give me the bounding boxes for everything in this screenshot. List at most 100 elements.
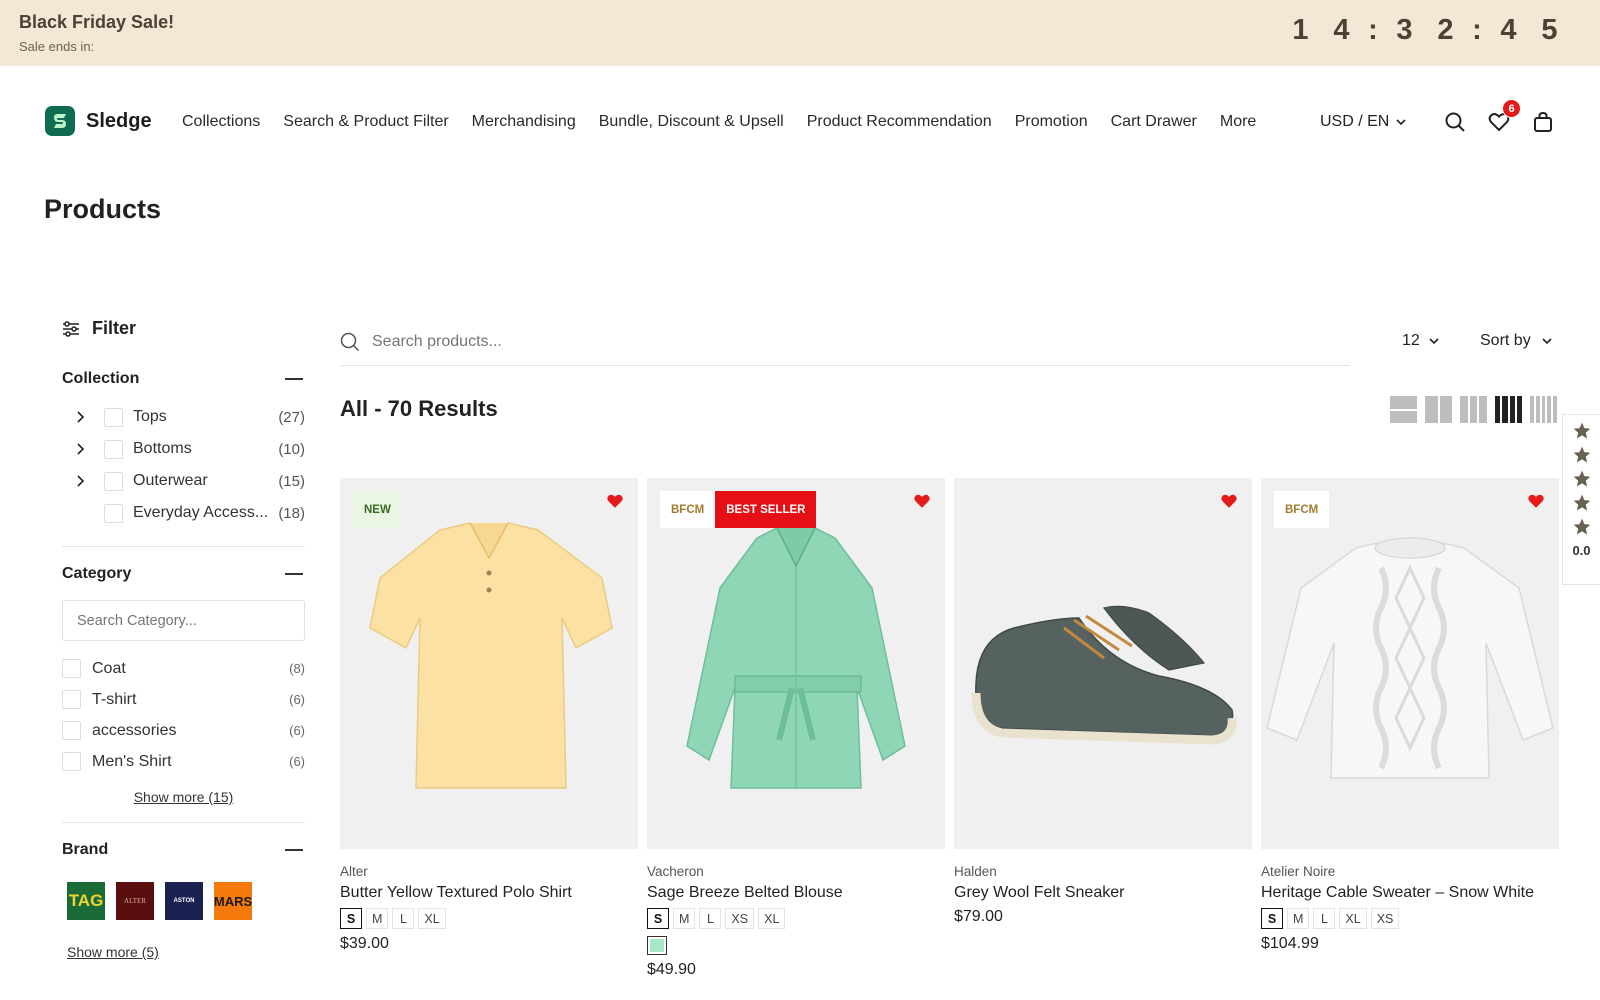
belted-blouse-image	[686, 527, 906, 789]
brand-logo-tag[interactable]: TAG	[67, 882, 105, 920]
product-card[interactable]: NEW Alter Butter Yellow Textured Polo Sh…	[340, 478, 638, 979]
view-3-columns-icon[interactable]	[1460, 396, 1488, 423]
nav-item-collections[interactable]: Collections	[182, 113, 260, 131]
chevron-right-icon[interactable]	[70, 410, 90, 424]
category-label: Coat	[92, 659, 126, 677]
product-card[interactable]: BFCM BEST SELLER Vacheron Sage Breeze Be…	[647, 478, 945, 979]
size-option[interactable]: M	[1287, 908, 1310, 929]
nav-item-cart-drawer[interactable]: Cart Drawer	[1111, 113, 1197, 131]
product-card[interactable]: BFCM Atelier Noire Heritage Cable Sweate…	[1261, 478, 1559, 979]
wishlist-count-badge: 6	[1502, 99, 1521, 118]
view-list-icon[interactable]	[1390, 396, 1417, 423]
nav-item-promotion[interactable]: Promotion	[1015, 113, 1088, 131]
product-image[interactable]	[954, 478, 1252, 849]
brand-logo-alter[interactable]: ALTER	[116, 882, 154, 920]
rating-widget[interactable]: 0.0	[1562, 414, 1600, 585]
collapse-icon[interactable]	[285, 573, 303, 575]
brand-logo-mars[interactable]: MARS	[214, 882, 252, 920]
shopping-bag-icon[interactable]	[1531, 110, 1555, 134]
per-page-select[interactable]: 12	[1402, 332, 1440, 350]
locale-selector[interactable]: USD / EN	[1320, 113, 1407, 131]
checkbox[interactable]	[104, 471, 123, 491]
size-option[interactable]: M	[673, 908, 696, 929]
nav-item-search-filter[interactable]: Search & Product Filter	[283, 113, 448, 131]
category-count: (6)	[289, 692, 305, 707]
size-option[interactable]: XS	[725, 908, 755, 929]
size-option[interactable]: L	[699, 908, 722, 929]
product-name[interactable]: Butter Yellow Textured Polo Shirt	[340, 884, 638, 902]
countdown-digit: 4	[1500, 14, 1517, 46]
collapse-icon[interactable]	[285, 378, 303, 380]
chevron-right-icon[interactable]	[70, 474, 90, 488]
checkbox[interactable]	[62, 721, 81, 740]
collection-item[interactable]: Bottoms (10)	[62, 433, 305, 465]
size-option[interactable]: XL	[1339, 908, 1367, 929]
brand-show-more-link[interactable]: Show more (5)	[67, 944, 305, 960]
search-icon[interactable]	[1443, 110, 1467, 134]
color-swatch-mint[interactable]	[647, 936, 667, 955]
checkbox[interactable]	[62, 752, 81, 771]
category-item[interactable]: Men's Shirt (6)	[62, 746, 305, 777]
view-2-columns-icon[interactable]	[1425, 396, 1452, 423]
product-name[interactable]: Sage Breeze Belted Blouse	[647, 884, 945, 902]
chevron-down-icon	[1542, 338, 1552, 345]
nav-item-recommendation[interactable]: Product Recommendation	[807, 113, 992, 131]
product-search-input[interactable]	[372, 332, 772, 351]
chevron-right-icon[interactable]	[70, 442, 90, 456]
nav-item-more[interactable]: More	[1220, 113, 1256, 131]
product-name[interactable]: Grey Wool Felt Sneaker	[954, 884, 1252, 902]
size-option[interactable]: XS	[1370, 908, 1400, 929]
collection-item[interactable]: Tops (27)	[62, 401, 305, 433]
collection-item[interactable]: Outerwear (15)	[62, 465, 305, 497]
countdown-digit: 5	[1541, 14, 1558, 46]
checkbox[interactable]	[104, 439, 123, 459]
collection-item[interactable]: Everyday Access... (18)	[62, 497, 305, 529]
view-4-columns-icon[interactable]	[1495, 396, 1522, 423]
category-search-input[interactable]	[62, 600, 305, 641]
size-option[interactable]: S	[340, 908, 362, 929]
logo-link[interactable]: Sledge	[45, 106, 152, 136]
collection-label: Outerwear	[133, 472, 208, 489]
size-option[interactable]: XL	[418, 908, 446, 929]
sort-by-select[interactable]: Sort by	[1480, 332, 1553, 350]
announcement-title: Black Friday Sale!	[19, 12, 175, 32]
size-option[interactable]: L	[1313, 908, 1336, 929]
filter-title: Filter	[92, 318, 137, 338]
size-option[interactable]: L	[392, 908, 415, 929]
size-option[interactable]: XL	[758, 908, 786, 929]
checkbox[interactable]	[62, 659, 81, 678]
nav-item-bundle[interactable]: Bundle, Discount & Upsell	[599, 113, 784, 131]
star-icon	[1573, 422, 1590, 439]
product-card[interactable]: Halden Grey Wool Felt Sneaker $79.00	[954, 478, 1252, 979]
collection-count: (10)	[278, 440, 305, 458]
checkbox[interactable]	[62, 690, 81, 709]
product-image[interactable]: NEW	[340, 478, 638, 849]
product-image[interactable]: BFCM	[1261, 478, 1559, 849]
category-section-header[interactable]: Category	[62, 564, 305, 584]
category-item[interactable]: Coat (8)	[62, 653, 305, 684]
checkbox[interactable]	[104, 503, 123, 523]
category-show-more-link[interactable]: Show more (15)	[62, 789, 305, 805]
countdown-digit: 4	[1333, 14, 1350, 46]
view-5-columns-icon[interactable]	[1530, 396, 1557, 423]
wishlist-heart-icon[interactable]	[1527, 492, 1545, 510]
product-vendor: Atelier Noire	[1261, 864, 1336, 879]
product-image[interactable]: BFCM BEST SELLER	[647, 478, 945, 849]
brand-section-header[interactable]: Brand	[62, 840, 305, 860]
wishlist-heart-icon[interactable]	[1220, 492, 1238, 510]
checkbox[interactable]	[104, 407, 123, 427]
collapse-icon[interactable]	[285, 849, 303, 851]
brand-logo-aston[interactable]: ASTON	[165, 882, 203, 920]
size-option[interactable]: S	[1261, 908, 1283, 929]
category-item[interactable]: T-shirt (6)	[62, 684, 305, 715]
wishlist-heart-icon[interactable]	[913, 492, 931, 510]
collection-section-header[interactable]: Collection	[62, 369, 305, 389]
category-item[interactable]: accessories (6)	[62, 715, 305, 746]
nav-item-merchandising[interactable]: Merchandising	[472, 113, 576, 131]
size-option[interactable]: S	[647, 908, 669, 929]
countdown-digit: 2	[1437, 14, 1454, 46]
chevron-down-icon	[1429, 338, 1439, 345]
product-name[interactable]: Heritage Cable Sweater – Snow White	[1261, 884, 1559, 902]
wishlist-heart-icon[interactable]	[606, 492, 624, 510]
size-option[interactable]: M	[366, 908, 389, 929]
